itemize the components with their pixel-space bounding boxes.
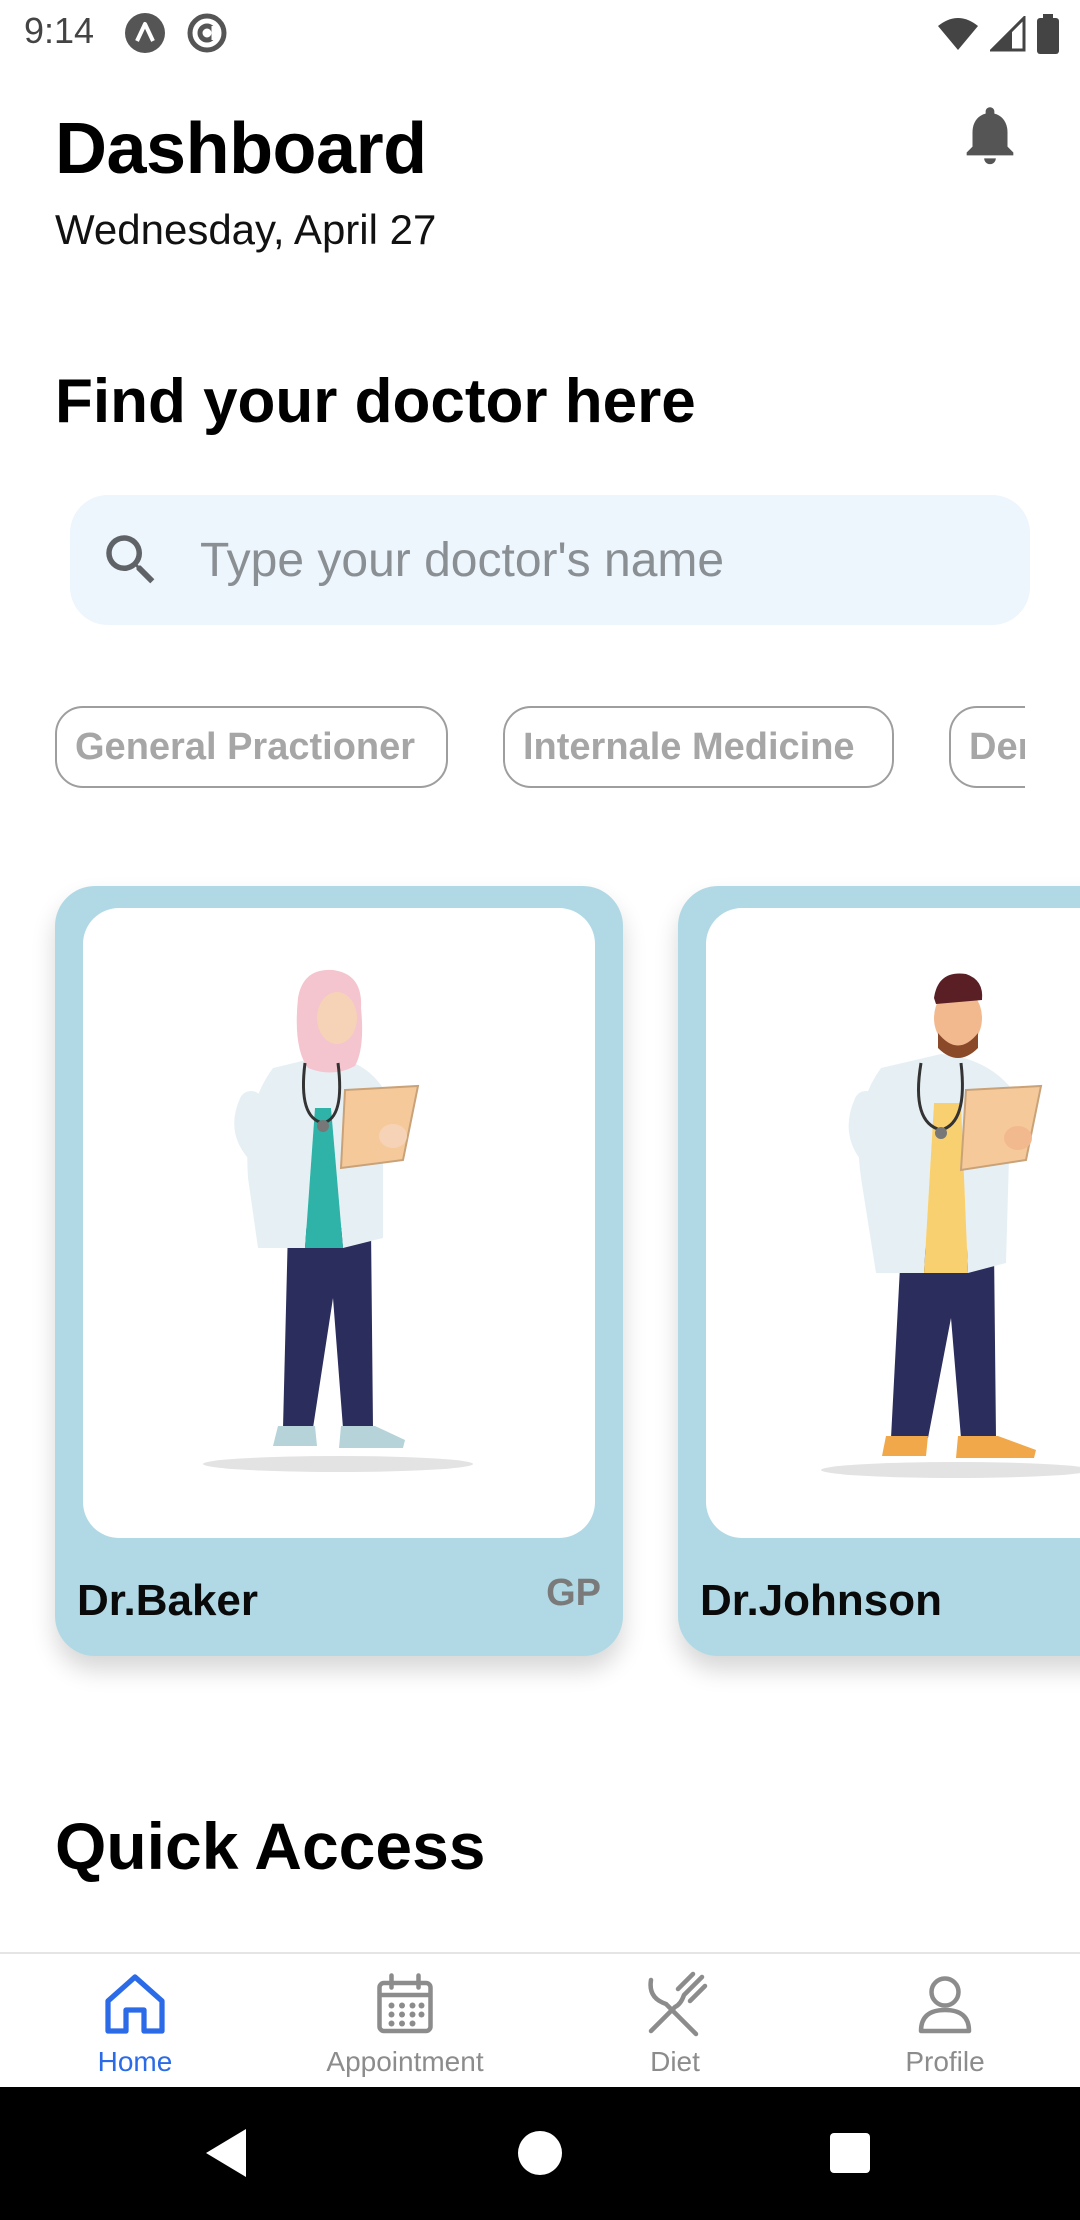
page-title: Dashboard [55,109,427,189]
home-circle-icon[interactable] [508,2121,572,2185]
doctor-name: Dr.Johnson [700,1576,943,1625]
status-time: 9:14 [24,10,95,51]
nav-profile[interactable]: Profile [810,1954,1080,2087]
doctor-photo [706,908,1080,1538]
recents-icon[interactable] [818,2121,882,2185]
page-date: Wednesday, April 27 [55,206,437,253]
system-navigation-bar [0,2087,1080,2220]
nav-diet[interactable]: Diet [540,1954,810,2087]
signal-icon [990,16,1026,52]
doctor-card-johnson[interactable]: Dr.Johnson [678,886,1080,1656]
bottom-navigation: Home Appointment Diet Profile [0,1952,1080,2087]
search-icon [106,535,155,584]
doctor-name: Dr.Baker [77,1576,259,1625]
battery-icon [1037,14,1059,54]
nav-profile-label: Profile [905,2046,985,2077]
wifi-icon [938,18,978,50]
bell-icon[interactable] [955,100,1025,170]
doctor-photo [83,908,595,1538]
quick-access-heading: Quick Access [55,1809,486,1883]
app-notification-icon [125,13,165,53]
nav-appointment[interactable]: Appointment [270,1954,540,2087]
calendar-icon [377,1973,433,2034]
search-bar[interactable] [70,495,1030,625]
find-doctor-heading: Find your doctor here [55,367,696,436]
chip-label: General Practioner [75,725,416,768]
female-doctor-illustration [203,969,473,1472]
nav-home[interactable]: Home [0,1954,270,2087]
user-icon [918,1976,972,2034]
category-chips: General Practioner Internale Medicine De… [0,706,1025,788]
nav-appointment-label: Appointment [326,2046,484,2077]
status-bar: 9:14 [0,0,1080,66]
nav-home-label: Home [97,2046,173,2077]
at-sign-icon [187,13,227,53]
chip-label: Internale Medicine [523,725,855,768]
home-icon [105,1974,165,2034]
male-doctor-illustration [821,973,1080,1478]
app-screen: 9:14 Dashboard Wednesday, April 27 Find … [0,0,1080,2220]
chip-internal-medicine[interactable]: Internale Medicine [503,706,894,788]
chip-label: Der [969,725,1025,768]
back-icon[interactable] [196,2121,260,2185]
nav-diet-label: Diet [650,2046,700,2077]
doctor-card-baker[interactable]: Dr.Baker GP [55,886,623,1656]
status-right-icons [936,14,1060,54]
search-input[interactable] [200,523,1000,597]
fork-knife-icon [648,1971,708,2037]
chip-general-practitioner[interactable]: General Practioner [55,706,448,788]
chip-dermatology[interactable]: Der [949,706,1025,788]
doctor-specialty: GP [546,1572,601,1614]
